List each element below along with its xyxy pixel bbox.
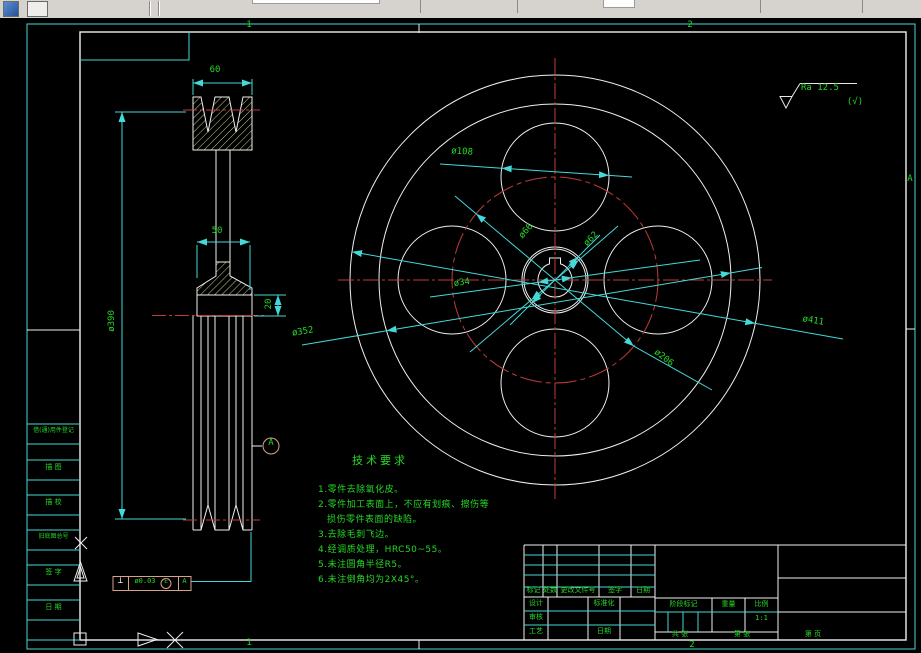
sheet-borders xyxy=(26,23,916,650)
dim-pitch-390: ø390 xyxy=(107,310,118,332)
dim-width-60: 60 xyxy=(209,65,221,75)
tb-page: 第 页 xyxy=(804,630,822,638)
tb-date: 日期 xyxy=(636,586,650,594)
tb-standardization: 标准化 xyxy=(593,599,615,607)
zone-label-bottom-2: 2 xyxy=(689,640,695,650)
tb-design: 设计 xyxy=(529,599,543,607)
margin-signature: 签 字 xyxy=(45,568,62,576)
margin-borrow-record: 借(通)用件登记 xyxy=(33,427,74,434)
fcf-datum-ref: A xyxy=(182,577,187,585)
margin-old-drawing-no: 旧底图总号 xyxy=(38,533,69,540)
drawing-canvas[interactable]: 1 2 1 2 A Ra 12.5 (√) 60 50 20 ø390 A ⊥ … xyxy=(0,18,921,653)
datum-feature-symbols xyxy=(112,437,280,591)
datum-a-label: A xyxy=(268,438,274,448)
margin-trace-drawing: 描 图 xyxy=(45,463,62,471)
fcf-perpendicularity-symbol: ⊥ xyxy=(117,576,124,586)
tb-sign: 签字 xyxy=(608,586,622,594)
front-view-dimensions xyxy=(301,163,844,391)
zone-label-right-a: A xyxy=(907,174,913,184)
tech-req-line-3: 3.去除毛刺飞边。 xyxy=(318,530,395,540)
fcf-modifier-e: E xyxy=(164,578,168,585)
tb-craft: 工艺 xyxy=(529,627,543,635)
tb-sheet-number: 第 张 xyxy=(733,630,751,638)
tb-scale-value: 1:1 xyxy=(755,614,768,622)
zone-label-top-1: 1 xyxy=(246,20,252,30)
tech-req-line-6: 6.未注倒角均为2X45°。 xyxy=(318,575,425,585)
tb-mark: 标记 xyxy=(526,586,541,594)
margin-trace-check: 描 校 xyxy=(45,498,62,506)
margin-date: 日 期 xyxy=(45,603,62,611)
surface-other-symbol: (√) xyxy=(846,97,864,107)
tb-change-file: 更改文件号 xyxy=(560,586,596,594)
tb-count: 处数 xyxy=(543,586,557,594)
tech-req-line-2: 2.零件加工表面上，不应有划痕、擦伤等 xyxy=(318,500,490,510)
tb-weight: 重量 xyxy=(721,600,736,608)
tech-req-line-1: 1.零件去除氧化皮。 xyxy=(318,485,404,495)
tech-req-title: 技术要求 xyxy=(352,454,408,467)
tech-req-line-4: 4.经调质处理，HRC50~55。 xyxy=(318,545,448,555)
tech-req-line-2b: 损伤零件表面的缺陷。 xyxy=(327,515,423,525)
tb-stage-mark: 阶段标记 xyxy=(669,600,698,608)
left-view-section xyxy=(192,96,253,531)
zone-label-top-2: 2 xyxy=(687,20,693,30)
dim-hub-50: 50 xyxy=(211,226,223,236)
left-margin-strip xyxy=(27,329,184,649)
tb-total-sheets: 共 张 xyxy=(671,630,689,638)
drawing-geometry xyxy=(26,23,916,650)
zone-label-bottom-1: 1 xyxy=(246,638,252,648)
cad-application-window: 1 2 1 2 A Ra 12.5 (√) 60 50 20 ø390 A ⊥ … xyxy=(0,0,921,653)
tb-scale-label: 比例 xyxy=(754,600,769,608)
fcf-tolerance-value: ø0.03 xyxy=(134,577,156,585)
surface-roughness-value: Ra 12.5 xyxy=(801,83,839,93)
dim-key-20: 20 xyxy=(264,298,275,310)
tb-date2: 日期 xyxy=(597,627,611,635)
tb-check: 审核 xyxy=(529,613,543,621)
tech-req-line-5: 5.未注圆角半径R5。 xyxy=(318,560,408,570)
